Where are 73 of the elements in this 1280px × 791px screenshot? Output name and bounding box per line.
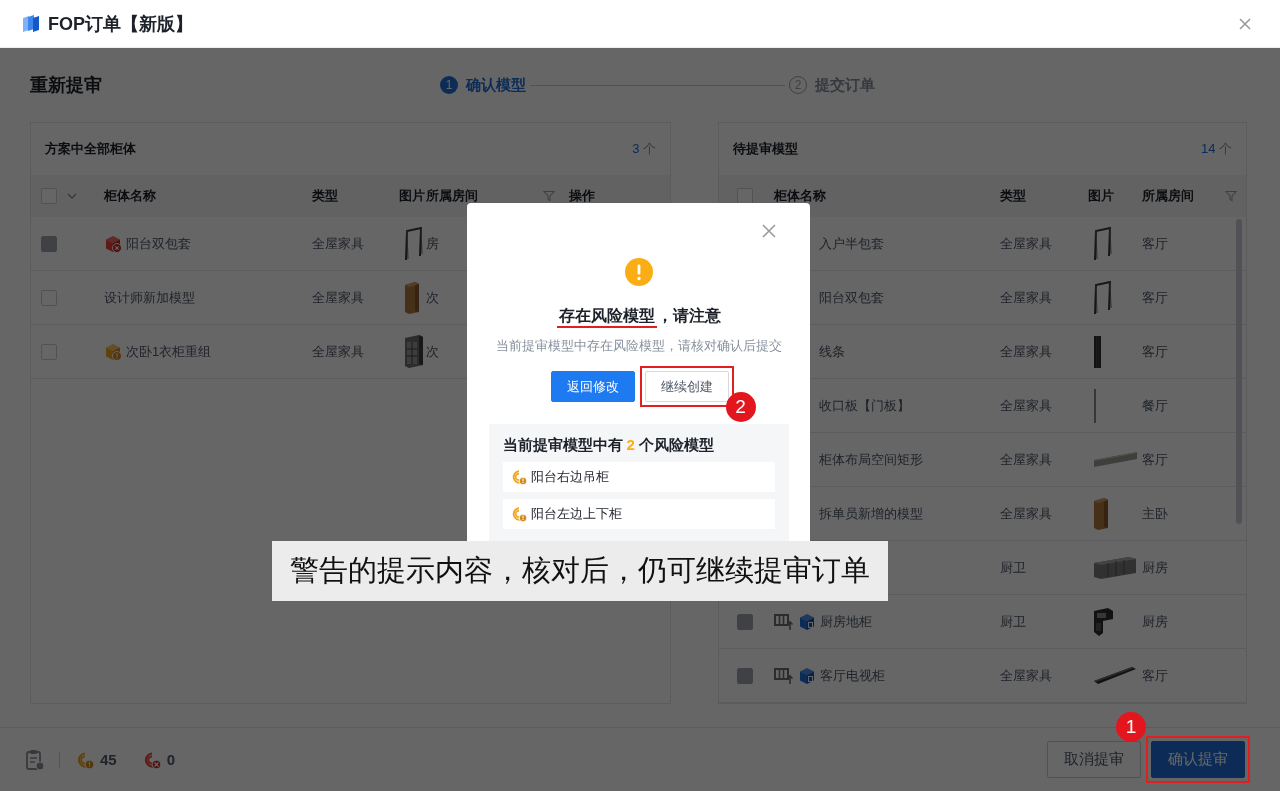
model-type: 全屋家具: [1000, 396, 1053, 415]
room-name: 餐厅: [1142, 396, 1168, 415]
model-name: 入户半包套: [819, 234, 884, 253]
risk-warning-icon: [76, 750, 94, 769]
column-header: 柜体名称: [774, 187, 827, 205]
caption-text: 警告的提示内容，核对后，仍可继续提审订单: [290, 553, 870, 588]
column-header: 所属房间: [1142, 187, 1194, 205]
step-marker: 1: [1116, 712, 1146, 742]
room-name: 客厅: [1142, 666, 1168, 685]
risk-item[interactable]: 阳台右边吊柜: [502, 462, 775, 492]
panel-title: 方案中全部柜体: [45, 140, 136, 158]
risk-warning-icon: [510, 506, 527, 522]
room-name: 次: [426, 342, 439, 361]
logo-icon: [20, 13, 42, 34]
model-type: 厨卫: [1000, 612, 1027, 631]
clipboard-icon: [25, 748, 45, 771]
close-icon[interactable]: [1238, 16, 1252, 31]
column-header: 柜体名称: [104, 187, 157, 205]
model-type: 全屋家具: [1000, 342, 1053, 361]
model-name: 柜体布局空间矩形: [819, 450, 923, 469]
model-name: 次卧1衣柜重组: [126, 342, 212, 361]
continue-button[interactable]: 继续创建: [644, 371, 729, 402]
model-type: 全屋家具: [1000, 288, 1053, 307]
room-name: 主卧: [1142, 504, 1168, 523]
model-type: 全屋家具: [312, 234, 365, 253]
risk-warning-icon: [510, 469, 527, 485]
model-type: 全屋家具: [1000, 666, 1053, 685]
filter-icon[interactable]: [543, 190, 555, 202]
model-name: 拆单员新增的模型: [819, 504, 923, 523]
column-header: 类型: [312, 187, 339, 205]
model-type: 全屋家具: [312, 342, 365, 361]
risk-count: 45: [100, 751, 117, 768]
filter-icon[interactable]: [1225, 190, 1237, 202]
model-type: 厨卫: [1000, 558, 1027, 577]
model-name: 阳台双包套: [819, 288, 884, 307]
model-name: 设计师新加模型: [104, 288, 195, 307]
model-type: 全屋家具: [1000, 504, 1053, 523]
dialog-title: 存在风险模型，请注意: [556, 306, 721, 327]
room-name: 厨房: [1142, 612, 1168, 631]
page-title: 重新提审: [30, 74, 103, 97]
risk-count: 0: [166, 751, 176, 768]
warning-icon: [624, 258, 653, 286]
model-type: 全屋家具: [1000, 450, 1053, 469]
model-type: 全屋家具: [1000, 234, 1053, 253]
column-header: 操作: [569, 187, 596, 205]
room-name: 客厅: [1142, 288, 1168, 307]
model-name: 阳台双包套: [126, 234, 191, 253]
risk-item[interactable]: 阳台左边上下柜: [502, 499, 775, 529]
window-title: FOP订单【新版】: [48, 12, 193, 36]
model-name: 线条: [819, 342, 845, 361]
room-name: 厨房: [1142, 558, 1168, 577]
dialog-message: 当前提审模型中存在风险模型，请核对确认后提交: [495, 337, 782, 355]
room-name: 客厅: [1142, 342, 1168, 361]
model-name: 客厅电视柜: [820, 666, 885, 685]
checkbox[interactable]: [737, 188, 753, 204]
close-icon[interactable]: [761, 223, 777, 239]
panel-title: 待提审模型: [733, 140, 798, 158]
back-button[interactable]: 返回修改: [550, 371, 635, 402]
step-label: 确认模型: [466, 75, 526, 95]
room-name: 客厅: [1142, 234, 1168, 253]
step-number: 1: [440, 76, 458, 94]
model-name: 厨房地柜: [820, 612, 872, 631]
column-header: 图片: [399, 187, 426, 205]
risk-summary: 当前提审模型中有 2 个风险模型: [502, 436, 715, 455]
column-header: 类型: [1000, 187, 1027, 205]
room-name: 客厅: [1142, 450, 1168, 469]
room-name: 房: [426, 234, 439, 253]
column-header: 图片: [1088, 187, 1115, 205]
model-name: 收口板【门板】: [819, 396, 910, 415]
room-name: 次: [426, 288, 439, 307]
risk-error-icon: [142, 750, 161, 769]
column-header: 所属房间: [426, 187, 478, 205]
model-type: 全屋家具: [312, 288, 365, 307]
